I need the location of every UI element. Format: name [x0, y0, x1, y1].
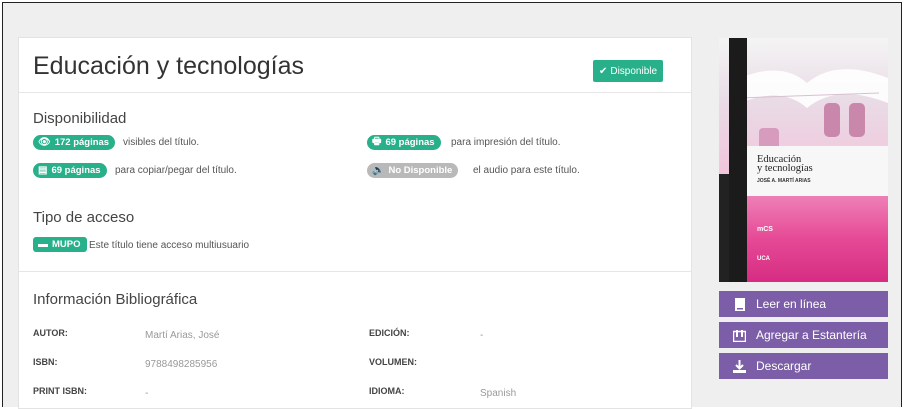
book-icon [733, 297, 746, 311]
copy-pages-badge: ▤ 69 páginas [33, 163, 107, 178]
isbn-label: ISBN: [33, 357, 58, 367]
print-pages-count: 69 páginas [385, 137, 435, 148]
divider [19, 92, 691, 93]
print-pages-text: para impresión del título. [451, 137, 561, 148]
copy-pages-text: para copiar/pegar del título. [115, 165, 237, 176]
edition-value: - [480, 330, 484, 341]
copy-icon: ▤ [38, 165, 48, 176]
read-online-button[interactable]: Leer en línea [719, 291, 888, 317]
audio-status-badge: 🔊 No Disponible [367, 163, 459, 178]
print-pages-badge: 🖶 69 páginas [367, 135, 441, 150]
section-title-biblio: Información Bibliográfica [33, 291, 198, 308]
download-icon [733, 359, 746, 373]
download-label: Descargar [756, 359, 812, 373]
download-button[interactable]: Descargar [719, 353, 888, 379]
author-value: Martí Arias, José [145, 330, 220, 341]
page-title: Educación y tecnologías [33, 52, 305, 80]
printer-icon: 🖶 [372, 136, 382, 147]
audio-status-label: No Disponible [388, 165, 453, 176]
status-badge: ✔ Disponible [593, 60, 663, 82]
access-badge: ▬ MUPO [33, 237, 87, 252]
access-text: Este título tiene acceso multiusuario [89, 240, 250, 251]
add-to-shelf-button[interactable]: Agregar a Estantería [719, 322, 888, 348]
cover-author: JOSÉ A. MARTÍ ARIAS [757, 178, 811, 184]
read-online-label: Leer en línea [756, 297, 827, 311]
edition-label: EDICIÓN: [369, 328, 410, 338]
cover-publisher: UCA [757, 256, 770, 262]
visible-pages-count: 172 páginas [54, 137, 110, 148]
speaker-icon: 🔊 [372, 165, 385, 176]
eye-icon: 👁 [38, 137, 51, 148]
cover-spine [729, 38, 747, 282]
book-cover[interactable]: Educación y tecnologías JOSÉ A. MARTÍ AR… [719, 38, 888, 282]
volume-label: VOLUMEN: [369, 357, 417, 367]
shelf-icon [733, 329, 746, 342]
access-badge-label: MUPO [52, 239, 81, 250]
book-icon: ▬ [38, 239, 48, 250]
isbn-value: 9788498285956 [145, 359, 218, 370]
check-icon: ✔ [598, 65, 608, 77]
author-label: AUTOR: [33, 328, 68, 338]
section-title-access: Tipo de acceso [33, 209, 135, 226]
add-to-shelf-label: Agregar a Estantería [756, 328, 867, 342]
print-isbn-label: PRINT ISBN: [33, 386, 87, 396]
language-label: IDIOMA: [369, 386, 405, 396]
status-badge-label: Disponible [610, 65, 658, 77]
audio-text: el audio para este título. [473, 165, 580, 176]
cover-title: Educación y tecnologías [757, 154, 813, 174]
copy-pages-count: 69 páginas [51, 165, 101, 176]
print-isbn-value: - [145, 388, 149, 399]
book-details-card: Educación y tecnologías ✔ Disponible Dis… [18, 37, 692, 409]
section-title-availability: Disponibilidad [33, 110, 127, 127]
visible-pages-badge: 👁 172 páginas [33, 135, 116, 150]
divider [19, 271, 691, 272]
cover-series: mCS [757, 226, 773, 233]
visible-pages-text: visibles del título. [123, 137, 200, 148]
language-value: Spanish [480, 388, 517, 399]
